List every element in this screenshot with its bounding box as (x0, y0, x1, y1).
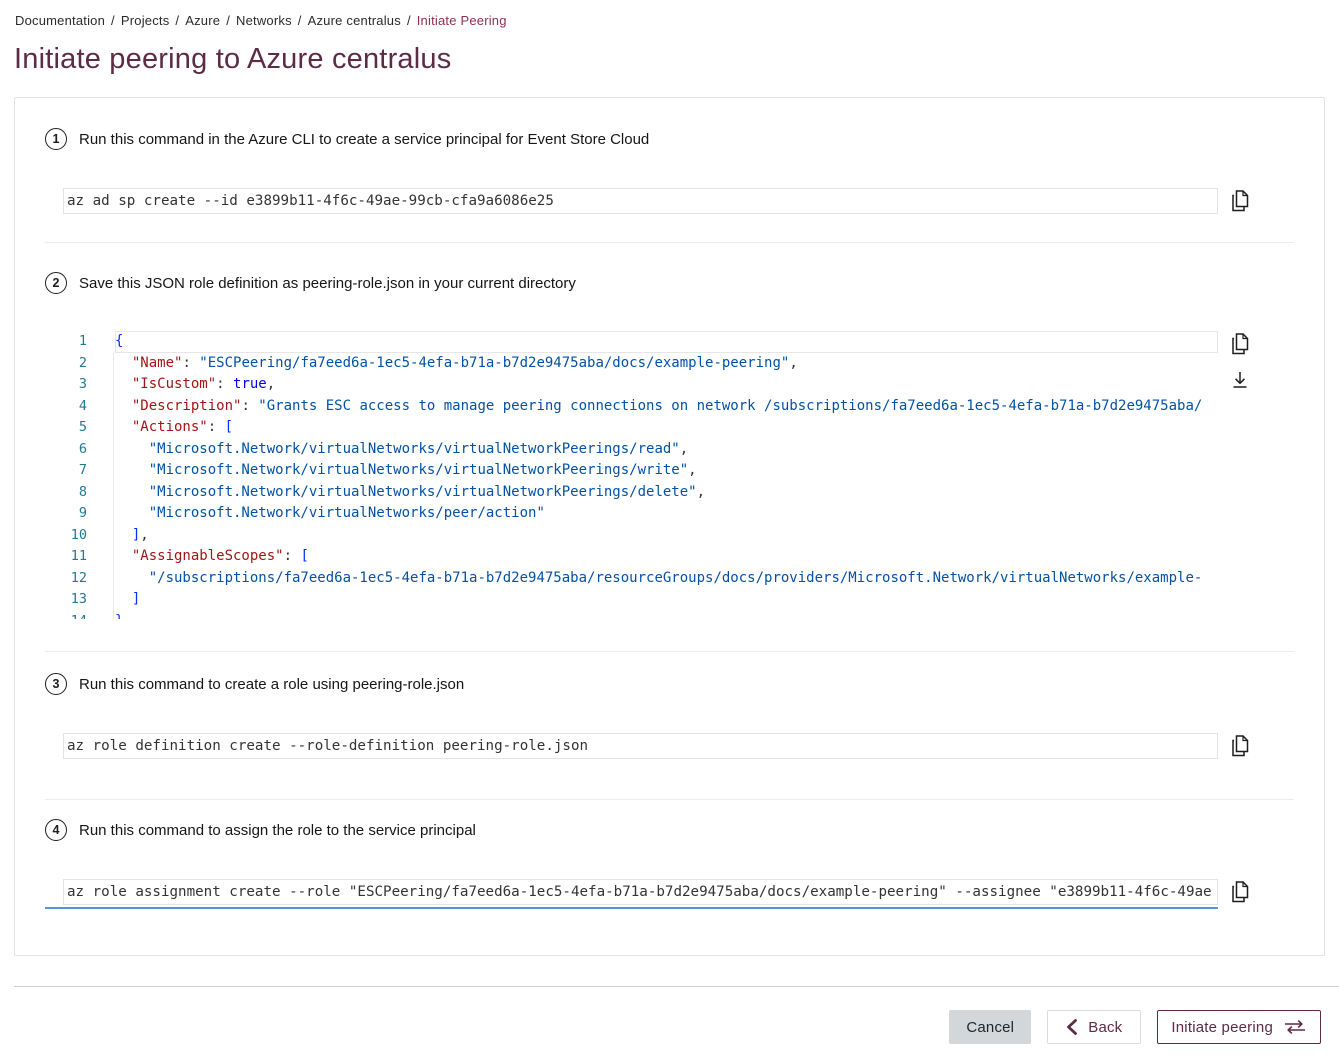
breadcrumb-item[interactable]: Azure (185, 13, 220, 28)
line-content[interactable]: } (115, 611, 1218, 620)
line-number: 11 (63, 546, 87, 568)
line-number: 1 (63, 331, 87, 353)
line-content[interactable]: "Microsoft.Network/virtualNetworks/virtu… (115, 460, 1218, 482)
step-1-section: 1 Run this command in the Azure CLI to c… (45, 98, 1294, 243)
steps-card: 1 Run this command in the Azure CLI to c… (14, 97, 1325, 956)
footer-actions: Cancel Back Initiate peering (0, 1010, 1321, 1044)
editor-line: 11 "AssignableScopes": [ (63, 546, 1218, 568)
copy-icon[interactable] (1230, 190, 1250, 212)
line-content[interactable]: "IsCustom": true, (115, 374, 1218, 396)
step-4-command-input[interactable] (63, 879, 1218, 905)
step-1-number-badge: 1 (45, 128, 67, 150)
copy-icon[interactable] (1230, 735, 1250, 757)
editor-line: 2 "Name": "ESCPeering/fa7eed6a-1ec5-4efa… (63, 353, 1218, 375)
line-content[interactable]: "Actions": [ (115, 417, 1218, 439)
page-title: Initiate peering to Azure centralus (14, 43, 1339, 76)
editor-line: 3 "IsCustom": true, (63, 374, 1218, 396)
json-editor[interactable]: 1{2 "Name": "ESCPeering/fa7eed6a-1ec5-4e… (63, 331, 1218, 619)
line-number: 13 (63, 589, 87, 611)
line-number: 5 (63, 417, 87, 439)
step-2-section: 2 Save this JSON role definition as peer… (45, 243, 1294, 652)
line-number: 3 (63, 374, 87, 396)
step-4-label: Run this command to assign the role to t… (79, 822, 476, 839)
editor-line: 5 "Actions": [ (63, 417, 1218, 439)
breadcrumb-item[interactable]: Projects (121, 13, 170, 28)
step-1-label: Run this command in the Azure CLI to cre… (79, 131, 649, 148)
step-2-label: Save this JSON role definition as peerin… (79, 275, 576, 292)
line-content[interactable]: "Description": "Grants ESC access to man… (115, 396, 1218, 418)
line-number: 8 (63, 482, 87, 504)
copy-icon[interactable] (1230, 881, 1250, 903)
line-content[interactable]: "Microsoft.Network/virtualNetworks/virtu… (115, 482, 1218, 504)
breadcrumb-current: Initiate Peering (417, 13, 507, 28)
line-number: 4 (63, 396, 87, 418)
line-content[interactable]: "Microsoft.Network/virtualNetworks/virtu… (115, 439, 1218, 461)
line-content[interactable]: "/subscriptions/fa7eed6a-1ec5-4efa-b71a-… (115, 568, 1218, 590)
breadcrumb-separator: / (175, 13, 179, 28)
editor-line: 4 "Description": "Grants ESC access to m… (63, 396, 1218, 418)
line-number: 12 (63, 568, 87, 590)
back-button-label: Back (1088, 1019, 1122, 1036)
breadcrumb-item[interactable]: Azure centralus (308, 13, 401, 28)
footer-divider (14, 986, 1339, 987)
editor-line: 12 "/subscriptions/fa7eed6a-1ec5-4efa-b7… (63, 568, 1218, 590)
line-content[interactable]: ] (115, 589, 1218, 611)
copy-icon[interactable] (1230, 333, 1250, 355)
editor-line: 7 "Microsoft.Network/virtualNetworks/vir… (63, 460, 1218, 482)
step-3-label: Run this command to create a role using … (79, 676, 464, 693)
editor-line: 13 ] (63, 589, 1218, 611)
focus-underline (45, 907, 1218, 909)
editor-line: 1{ (63, 331, 1218, 353)
swap-arrows-icon (1283, 1019, 1307, 1035)
breadcrumb-separator: / (226, 13, 230, 28)
line-number: 10 (63, 525, 87, 547)
initiate-peering-label: Initiate peering (1171, 1019, 1273, 1036)
step-4-section: 4 Run this command to assign the role to… (45, 800, 1294, 955)
editor-line: 10 ], (63, 525, 1218, 547)
line-number: 7 (63, 460, 87, 482)
step-1-command-input[interactable] (63, 188, 1218, 214)
line-content[interactable]: "Name": "ESCPeering/fa7eed6a-1ec5-4efa-b… (115, 353, 1218, 375)
breadcrumb-separator: / (407, 13, 411, 28)
editor-line: 8 "Microsoft.Network/virtualNetworks/vir… (63, 482, 1218, 504)
editor-line: 9 "Microsoft.Network/virtualNetworks/pee… (63, 503, 1218, 525)
editor-line: 6 "Microsoft.Network/virtualNetworks/vir… (63, 439, 1218, 461)
line-content[interactable]: ], (115, 525, 1218, 547)
line-content[interactable]: { (115, 331, 1218, 353)
initiate-peering-button[interactable]: Initiate peering (1157, 1010, 1321, 1044)
step-3-number-badge: 3 (45, 673, 67, 695)
line-number: 2 (63, 353, 87, 375)
line-number: 14 (63, 611, 87, 620)
breadcrumb-separator: / (298, 13, 302, 28)
line-number: 9 (63, 503, 87, 525)
breadcrumb-item[interactable]: Networks (236, 13, 292, 28)
breadcrumb-item[interactable]: Documentation (15, 13, 105, 28)
step-3-section: 3 Run this command to create a role usin… (45, 652, 1294, 800)
back-button[interactable]: Back (1047, 1010, 1141, 1044)
indent-guide (113, 353, 114, 620)
line-number: 6 (63, 439, 87, 461)
chevron-left-icon (1066, 1019, 1077, 1035)
cancel-button[interactable]: Cancel (949, 1010, 1031, 1044)
line-content[interactable]: "Microsoft.Network/virtualNetworks/peer/… (115, 503, 1218, 525)
step-2-number-badge: 2 (45, 272, 67, 294)
download-icon[interactable] (1230, 370, 1250, 390)
breadcrumb-separator: / (111, 13, 115, 28)
step-4-number-badge: 4 (45, 819, 67, 841)
editor-line: 14} (63, 611, 1218, 620)
line-content[interactable]: "AssignableScopes": [ (115, 546, 1218, 568)
step-3-command-input[interactable] (63, 733, 1218, 759)
breadcrumb: Documentation / Projects / Azure / Networks / Az… (0, 0, 1339, 28)
